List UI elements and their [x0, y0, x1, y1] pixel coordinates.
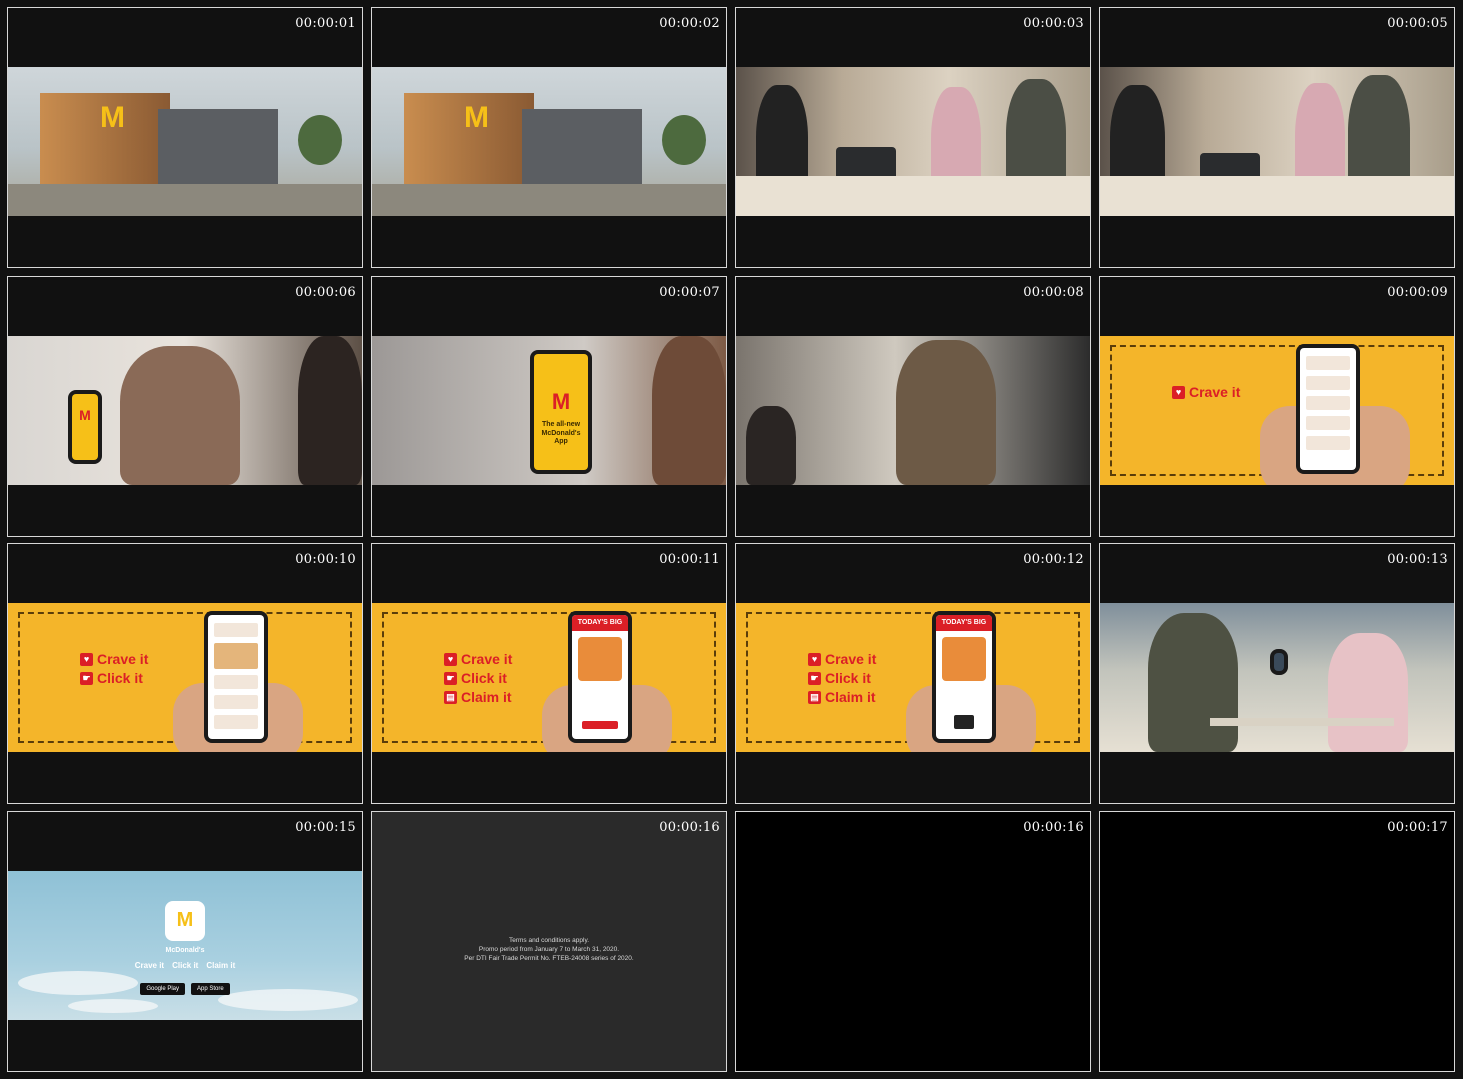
deal-header: TODAY'S BIG DEAL	[936, 615, 992, 642]
timestamp: 00:00:10	[295, 552, 356, 567]
frame-16[interactable]: 00:00:17	[1099, 811, 1455, 1072]
tag-crave: ♥ Crave it	[808, 651, 876, 667]
cursor-icon: ☛	[80, 671, 93, 685]
heart-icon: ♥	[80, 652, 93, 666]
frame-14[interactable]: 00:00:16 Terms and conditions apply. Pro…	[371, 811, 727, 1072]
woman-holding-phone-image: M	[8, 336, 362, 485]
contact-sheet-grid: 00:00:01 M 00:00:02 M 00:00:03 00:00:05 …	[0, 0, 1463, 1079]
tag-click: ☛ Click it	[444, 670, 512, 686]
frame-10[interactable]: 00:00:11 ♥ Crave it ☛ Click it ▤ Claim it T…	[371, 543, 727, 804]
restaurant-exterior-image: M	[372, 67, 726, 216]
heart-icon: ♥	[444, 652, 457, 666]
redeem-button[interactable]	[582, 721, 618, 729]
frame-4[interactable]: 00:00:05	[1099, 7, 1455, 268]
phone	[1270, 649, 1288, 675]
timestamp: 00:00:03	[1023, 16, 1084, 31]
deal-header: TODAY'S BIG DEAL	[572, 615, 628, 642]
tagline: Crave it Click it Claim it	[8, 961, 362, 970]
frame-7[interactable]: 00:00:08	[735, 276, 1091, 537]
frame-9[interactable]: 00:00:10 ♥ Crave it ☛ Click it	[7, 543, 363, 804]
tag-claim: Claim it	[206, 961, 236, 970]
timestamp: 00:00:17	[1387, 820, 1448, 835]
frame-2[interactable]: 00:00:02 M	[371, 7, 727, 268]
cursor-icon: ☛	[444, 671, 457, 685]
frame-11[interactable]: 00:00:12 ♥ Crave it ☛ Click it ▤ Claim it T…	[735, 543, 1091, 804]
tag-claim: ▤ Claim it	[808, 689, 876, 705]
timestamp: 00:00:09	[1387, 285, 1448, 300]
frame-12[interactable]: 00:00:13	[1099, 543, 1455, 804]
mcdonalds-app-icon: M	[165, 901, 205, 941]
frame-1[interactable]: 00:00:01 M	[7, 7, 363, 268]
counter-interior-image	[736, 67, 1090, 216]
phone: M	[68, 390, 102, 464]
frame-13[interactable]: 00:00:15 M McDonald's Crave it Click it …	[7, 811, 363, 1072]
timestamp: 00:00:01	[295, 16, 356, 31]
phone: TODAY'S BIG DEAL	[568, 611, 632, 743]
app-endcard-image: M McDonald's Crave it Click it Claim it …	[8, 871, 362, 1020]
receipt-icon: ▤	[444, 690, 457, 704]
heart-icon: ♥	[808, 652, 821, 666]
couple-at-table-image	[1100, 603, 1454, 752]
tag-crave: ♥ Crave it	[444, 651, 512, 667]
phone-caption: The all-new McDonald's App	[541, 421, 581, 446]
timestamp: 00:00:13	[1387, 552, 1448, 567]
timestamp: 00:00:05	[1387, 16, 1448, 31]
tag-claim: ▤ Claim it	[444, 689, 512, 705]
frame-5[interactable]: 00:00:06 M	[7, 276, 363, 537]
tag-crave: Crave it	[134, 961, 165, 970]
timestamp: 00:00:02	[659, 16, 720, 31]
tag-click: ☛ Click it	[808, 670, 876, 686]
phone: TODAY'S BIG DEAL	[932, 611, 996, 743]
app-store-badge[interactable]: App Store	[191, 983, 230, 995]
heart-icon: ♥	[1172, 385, 1185, 399]
mcdonalds-app-icon: M	[551, 388, 571, 414]
app-name: McDonald's	[165, 947, 205, 954]
timestamp: 00:00:16	[659, 820, 720, 835]
counter-interior-image	[1100, 67, 1454, 216]
promo-claim-image: ♥ Crave it ☛ Click it ▤ Claim it TODAY'S BI…	[372, 603, 726, 752]
timestamp: 00:00:11	[659, 552, 720, 567]
tag-click: ☛ Click it	[80, 670, 148, 686]
tag-crave: ♥ Crave it	[80, 651, 148, 667]
golden-arches-logo: M	[464, 101, 489, 134]
legal-text: Terms and conditions apply. Promo period…	[464, 937, 634, 962]
timestamp: 00:00:15	[295, 820, 356, 835]
timestamp: 00:00:08	[1023, 285, 1084, 300]
phone	[204, 611, 268, 743]
promo-crave-image: ♥ Crave it	[1100, 336, 1454, 485]
young-man-smiling-image	[736, 336, 1090, 485]
timestamp: 00:00:12	[1023, 552, 1084, 567]
frame-15[interactable]: 00:00:16	[735, 811, 1091, 1072]
google-play-badge[interactable]: Google Play	[140, 983, 185, 995]
phone: M The all-new McDonald's App	[530, 350, 592, 474]
phone	[1296, 344, 1360, 474]
receipt-icon: ▤	[808, 690, 821, 704]
timestamp: 00:00:07	[659, 285, 720, 300]
golden-arches-logo: M	[100, 101, 125, 134]
timestamp: 00:00:06	[295, 285, 356, 300]
frame-6[interactable]: 00:00:07 M The all-new McDonald's App	[371, 276, 727, 537]
timestamp: 00:00:16	[1023, 820, 1084, 835]
cursor-icon: ☛	[808, 671, 821, 685]
frame-8[interactable]: 00:00:09 ♥ Crave it	[1099, 276, 1455, 537]
tag-click: Click it	[172, 961, 199, 970]
app-phone-closeup-image: M The all-new McDonald's App	[372, 336, 726, 485]
promo-click-image: ♥ Crave it ☛ Click it	[8, 603, 362, 752]
qr-code-area	[954, 715, 974, 729]
promo-claim-image: ♥ Crave it ☛ Click it ▤ Claim it TODAY'S BI…	[736, 603, 1090, 752]
restaurant-exterior-image: M	[8, 67, 362, 216]
tag-crave: ♥ Crave it	[1172, 384, 1240, 400]
frame-3[interactable]: 00:00:03	[735, 7, 1091, 268]
